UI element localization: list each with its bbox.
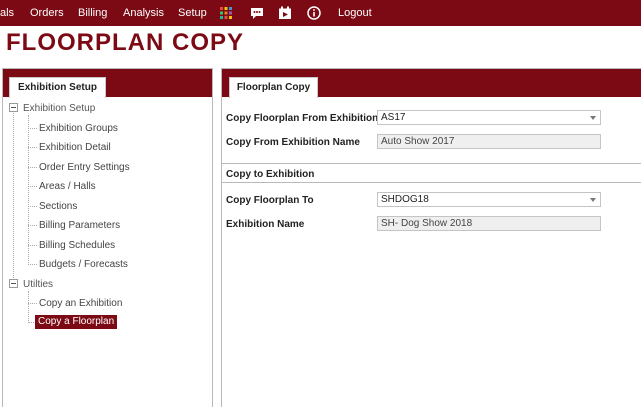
tree-item-copy-an-exhibition[interactable]: Copy an Exhibition: [39, 297, 122, 310]
copy-from-id-value: AS17: [381, 112, 406, 123]
setup-tree: Exhibition Setup Exhibition Groups Exhib…: [3, 97, 212, 407]
tree-connector: [28, 115, 29, 263]
left-nav-panel: Exhibition Setup Exhibition Setup Exhibi…: [2, 68, 213, 407]
nav-item-als[interactable]: als: [0, 7, 14, 19]
copy-to-section-title: Copy to Exhibition: [226, 169, 315, 180]
tree-connector: [28, 245, 37, 246]
tree-connector: [28, 264, 37, 265]
page-title: FLOORPLAN COPY: [6, 29, 245, 56]
copy-to-label: Copy Floorplan To: [226, 195, 314, 206]
exhibition-name-field: SH- Dog Show 2018: [377, 216, 601, 231]
tree-connector: [13, 113, 14, 280]
section-divider: [222, 163, 641, 164]
top-nav-bar: als Orders Billing Analysis Setup Logout: [0, 0, 641, 26]
copy-to-value: SHDOG18: [381, 194, 429, 205]
chevron-down-icon: [590, 198, 596, 202]
chevron-down-icon: [590, 116, 596, 120]
tree-item-order-entry-settings[interactable]: Order Entry Settings: [39, 161, 130, 174]
nav-item-analysis[interactable]: Analysis: [123, 7, 164, 19]
tree-connector: [28, 128, 37, 129]
nav-item-billing[interactable]: Billing: [78, 7, 107, 19]
copy-from-name-label: Copy From Exhibition Name: [226, 137, 360, 148]
content-panel: Floorplan Copy Copy Floorplan From Exhib…: [221, 68, 641, 407]
tree-connector: [28, 147, 37, 148]
tree-root-utilities[interactable]: Utilties: [23, 278, 53, 291]
tree-item-billing-parameters[interactable]: Billing Parameters: [39, 219, 120, 232]
tree-connector: [28, 206, 37, 207]
exhibition-name-value: SH- Dog Show 2018: [381, 218, 473, 229]
collapse-icon[interactable]: [9, 279, 18, 288]
collapse-icon[interactable]: [9, 103, 18, 112]
tree-connector: [28, 225, 37, 226]
section-divider: [222, 182, 641, 183]
info-icon[interactable]: [307, 6, 321, 20]
tree-connector: [28, 167, 37, 168]
copy-from-name-field: Auto Show 2017: [377, 134, 601, 149]
tree-item-areas-halls[interactable]: Areas / Halls: [39, 180, 96, 193]
logout-link[interactable]: Logout: [338, 7, 372, 19]
tree-item-exhibition-detail[interactable]: Exhibition Detail: [39, 141, 111, 154]
copy-from-name-value: Auto Show 2017: [381, 136, 455, 147]
nav-item-orders[interactable]: Orders: [30, 7, 64, 19]
exhibition-name-label: Exhibition Name: [226, 219, 305, 230]
apps-grid-icon[interactable]: [220, 7, 234, 21]
copy-to-select[interactable]: SHDOG18: [377, 192, 601, 207]
tree-item-sections[interactable]: Sections: [39, 200, 77, 213]
tree-connector: [28, 186, 37, 187]
tree-item-copy-a-floorplan[interactable]: Copy a Floorplan: [35, 315, 118, 329]
nav-item-setup[interactable]: Setup: [178, 7, 207, 19]
copy-from-id-label: Copy Floorplan From Exhibition ID: [226, 113, 391, 124]
left-panel-tabbar: Exhibition Setup: [3, 69, 212, 98]
tree-item-exhibition-groups[interactable]: Exhibition Groups: [39, 122, 118, 135]
tree-root-exhibition-setup[interactable]: Exhibition Setup: [23, 102, 95, 115]
chat-icon[interactable]: [250, 6, 264, 20]
copy-from-id-select[interactable]: AS17: [377, 110, 601, 125]
tree-connector: [28, 303, 37, 304]
tree-item-budgets-forecasts[interactable]: Budgets / Forecasts: [39, 258, 128, 271]
tab-exhibition-setup[interactable]: Exhibition Setup: [9, 77, 106, 98]
tree-item-billing-schedules[interactable]: Billing Schedules: [39, 239, 115, 252]
tree-connector: [28, 291, 29, 321]
tab-floorplan-copy[interactable]: Floorplan Copy: [229, 77, 318, 98]
right-panel-tabbar: Floorplan Copy: [222, 69, 641, 98]
calendar-icon[interactable]: [278, 6, 292, 20]
